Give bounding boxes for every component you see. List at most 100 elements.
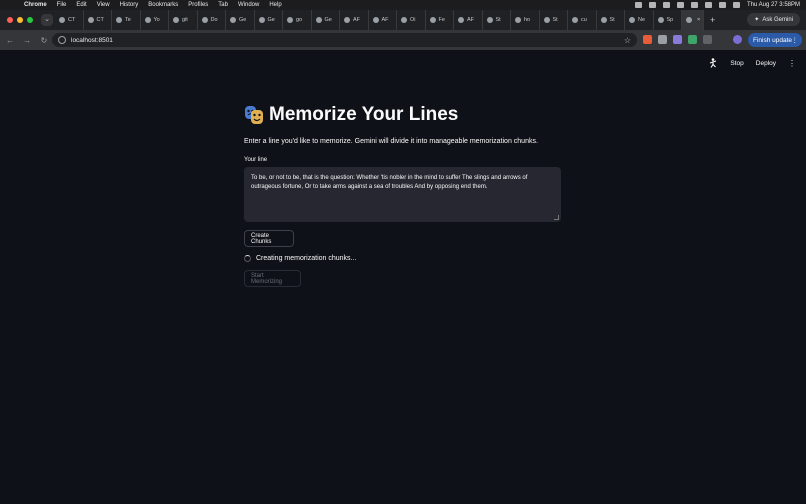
browser-tab[interactable]: cu (568, 10, 597, 30)
control-center-icon[interactable] (718, 2, 726, 8)
running-person-icon (710, 58, 717, 68)
menu-clock[interactable]: Thu Aug 27 3:58PM (747, 2, 800, 8)
tab-favicon-icon (543, 17, 550, 23)
tab-label: cu (581, 17, 587, 23)
extensions-puzzle-icon[interactable] (703, 35, 712, 44)
tab-label: Ge (239, 17, 247, 23)
site-info-icon[interactable] (58, 36, 66, 44)
browser-tab[interactable]: go (283, 10, 312, 30)
back-arrow-icon[interactable]: ← (3, 36, 17, 45)
finish-update-button[interactable]: Finish update ⋮ (748, 33, 802, 47)
browser-tab[interactable]: git (169, 10, 198, 30)
page-title-text: Memorize Your Lines (269, 104, 459, 125)
browser-tab[interactable]: × (682, 10, 704, 30)
browser-tab[interactable]: CT (84, 10, 112, 30)
extension-icon-1[interactable] (643, 35, 652, 44)
browser-tab[interactable]: St (597, 10, 625, 30)
tab-label: Fe (438, 17, 445, 23)
menu-bookmarks[interactable]: Bookmarks (148, 2, 178, 8)
resize-handle-icon[interactable] (554, 215, 559, 220)
siri-icon[interactable] (732, 2, 740, 8)
tab-favicon-icon (458, 17, 464, 23)
window-controls (7, 17, 33, 23)
tab-label: AF (353, 17, 361, 23)
reload-icon[interactable]: ↻ (37, 36, 51, 45)
browser-tab[interactable]: St (540, 10, 568, 30)
start-memorizing-button[interactable]: Start Memorizing (244, 270, 301, 287)
battery-icon[interactable] (662, 2, 670, 8)
browser-tab[interactable]: Ne (625, 10, 654, 30)
minimize-window-button[interactable] (17, 17, 23, 23)
line-field-label: Your line (244, 157, 268, 163)
menu-window[interactable]: Window (238, 2, 259, 8)
browser-tab[interactable]: Sp (654, 10, 682, 30)
browser-tab[interactable]: AF (340, 10, 369, 30)
extension-icon-2[interactable] (658, 35, 667, 44)
stop-button[interactable]: Stop (730, 60, 743, 67)
extension-icon-3[interactable] (673, 35, 682, 44)
tab-favicon-icon (401, 17, 407, 23)
create-chunks-button[interactable]: Create Chunks (244, 230, 294, 247)
tab-label: St (609, 17, 615, 23)
ask-gemini-button[interactable]: ✦ Ask Gemini (747, 13, 800, 26)
browser-tab[interactable]: Yo (141, 10, 169, 30)
record-icon[interactable] (648, 2, 656, 8)
menu-edit[interactable]: Edit (76, 2, 86, 8)
menu-profiles[interactable]: Profiles (188, 2, 208, 8)
theater-masks-icon (245, 106, 263, 124)
browser-tab[interactable]: Ge (255, 10, 283, 30)
browser-tab[interactable]: AF (369, 10, 397, 30)
wifi-icon[interactable] (690, 2, 698, 8)
tab-label: Ne (638, 17, 646, 23)
zoom-window-button[interactable] (27, 17, 33, 23)
bookmark-star-icon[interactable]: ☆ (624, 36, 631, 45)
profile-avatar[interactable] (733, 35, 742, 44)
tab-label: go (296, 17, 303, 23)
tab-search-chevron-icon[interactable]: ⌄ (41, 14, 53, 26)
new-tab-button[interactable]: + (710, 15, 715, 25)
tab-favicon-icon (173, 17, 179, 23)
menu-file[interactable]: File (57, 2, 67, 8)
menu-tab[interactable]: Tab (218, 2, 228, 8)
address-bar[interactable]: localhost:8501 ☆ (52, 33, 637, 47)
browser-toolbar: ← → ↻ localhost:8501 ☆ Finish update ⋮ (0, 30, 806, 50)
browser-tab[interactable]: St (483, 10, 511, 30)
tab-list: CT CT Te Yo git Do Ge Ge go Ge AF AF Oi Fe AF St ho St cu S… (55, 10, 704, 30)
tab-favicon-icon (600, 17, 607, 23)
tab-label: CT (68, 17, 76, 23)
forward-arrow-icon[interactable]: → (20, 36, 34, 45)
browser-tab[interactable]: AF (454, 10, 483, 30)
tab-favicon-icon (287, 17, 293, 23)
close-tab-icon[interactable]: × (697, 17, 700, 23)
search-icon[interactable] (704, 2, 712, 8)
bluetooth-icon[interactable] (634, 2, 642, 8)
menu-history[interactable]: History (120, 2, 139, 8)
extension-icon-4[interactable] (688, 35, 697, 44)
status-row: Creating memorization chunks... (244, 255, 562, 262)
browser-tab[interactable]: CT (55, 10, 84, 30)
tab-label: Sp (666, 17, 674, 23)
menu-view[interactable]: View (97, 2, 110, 8)
tab-label: Ge (267, 17, 275, 23)
tab-favicon-icon (315, 17, 322, 23)
tab-favicon-icon (87, 17, 94, 23)
menu-help[interactable]: Help (269, 2, 281, 8)
close-window-button[interactable] (7, 17, 13, 23)
url-text[interactable]: localhost:8501 (71, 37, 113, 44)
browser-tab[interactable]: Oi (397, 10, 426, 30)
deploy-button[interactable]: Deploy (756, 60, 776, 67)
main-menu-icon[interactable]: ⋮ (788, 59, 796, 68)
menu-app-name[interactable]: Chrome (24, 2, 47, 8)
more-vert-icon[interactable]: ⋮ (792, 36, 799, 44)
tab-favicon-icon (515, 17, 521, 23)
browser-tab[interactable]: Te (112, 10, 141, 30)
tab-label: CT (96, 17, 104, 23)
line-textarea-value[interactable]: To be, or not to be, that is the questio… (251, 175, 527, 190)
browser-tab[interactable]: Fe (426, 10, 454, 30)
browser-tab[interactable]: Do (198, 10, 226, 30)
browser-tab[interactable]: Ge (226, 10, 255, 30)
line-textarea[interactable]: To be, or not to be, that is the questio… (244, 167, 561, 222)
browser-tab[interactable]: ho (511, 10, 540, 30)
browser-tab[interactable]: Ge (312, 10, 340, 30)
play-icon[interactable] (676, 2, 684, 8)
